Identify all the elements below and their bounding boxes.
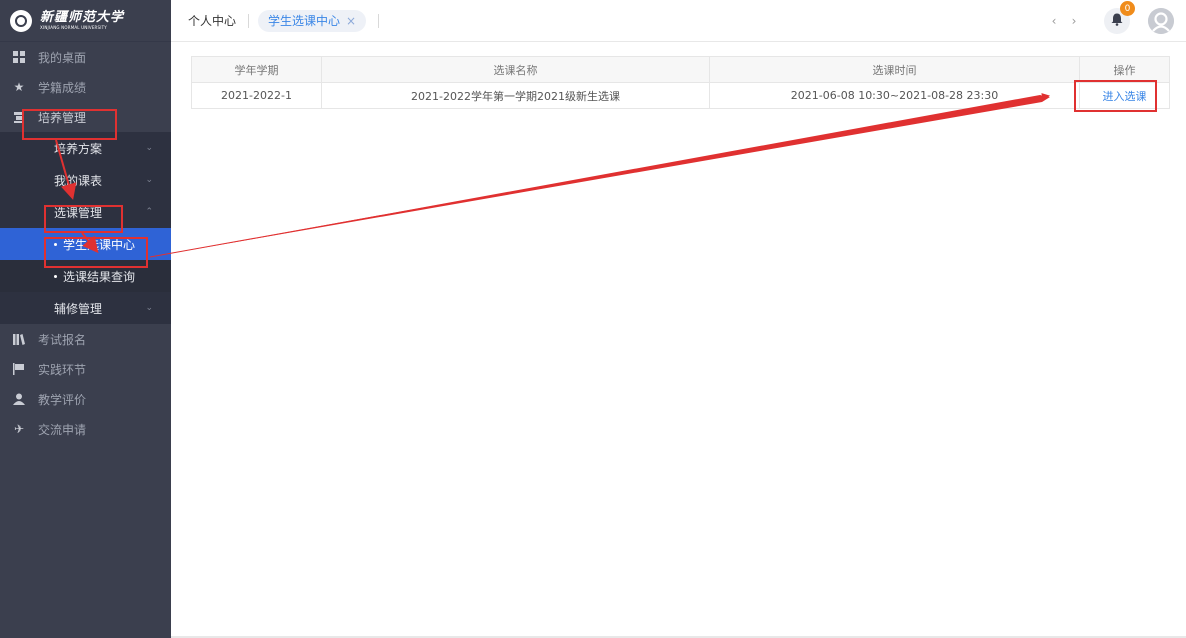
tab-next-button[interactable]: ›	[1064, 14, 1084, 28]
course-selection-table: 学年学期 选课名称 选课时间 操作 2021-2022-1 2021-2022学…	[191, 56, 1170, 109]
enter-selection-link[interactable]: 进入选课	[1103, 90, 1147, 103]
plane-icon: ✈	[13, 422, 25, 436]
logo-name-cn: 新疆师范大学	[40, 10, 125, 25]
submenu-training-plan[interactable]: 培养方案 ⌄	[0, 132, 171, 164]
user-avatar-icon	[1148, 8, 1174, 34]
notification-button[interactable]: 0	[1104, 1, 1135, 34]
submenu-selection-results[interactable]: 选课结果查询	[0, 260, 171, 292]
chevron-down-icon: ⌄	[145, 143, 153, 153]
avatar[interactable]	[1148, 8, 1174, 34]
table-header-row: 学年学期 选课名称 选课时间 操作	[191, 56, 1170, 83]
flag-icon	[12, 362, 26, 376]
annotation-arrow-3	[150, 95, 1050, 257]
grid-icon	[12, 50, 26, 64]
sidebar-item-label: 实践环节	[38, 362, 87, 377]
sidebar-item-evaluation[interactable]: 教学评价	[0, 384, 171, 414]
submenu-label: 选课结果查询	[63, 269, 136, 284]
bullet-icon	[54, 274, 57, 278]
column-header-term: 学年学期	[191, 56, 322, 83]
cell-action: 进入选课	[1079, 82, 1170, 109]
sidebar-item-label: 我的桌面	[38, 50, 87, 65]
notification-count-badge: 0	[1120, 1, 1135, 16]
header-actions: ‹ › 0	[1044, 0, 1186, 42]
chevron-down-icon: ⌄	[145, 175, 153, 185]
sidebar-item-label: 培养管理	[38, 110, 87, 125]
books-icon	[12, 332, 26, 346]
submenu-label: 选课管理	[54, 205, 103, 220]
sidebar-menu: 我的桌面 ★ 学籍成绩 培养管理	[0, 42, 171, 132]
cell-name: 2021-2022学年第一学期2021级新生选课	[321, 82, 710, 109]
sidebar-item-practice[interactable]: 实践环节	[0, 354, 171, 384]
divider	[378, 13, 380, 28]
submenu-label: 我的课表	[54, 173, 103, 188]
close-icon[interactable]: ×	[346, 14, 356, 28]
sidebar-item-label: 教学评价	[38, 392, 87, 407]
submenu-my-schedule[interactable]: 我的课表 ⌄	[0, 164, 171, 196]
sidebar: 新疆师范大学 XINJIANG NORMAL UNIVERSITY 我的桌面 ★…	[0, 0, 171, 638]
tab-label: 学生选课中心	[268, 14, 341, 28]
cell-term: 2021-2022-1	[191, 82, 322, 109]
sidebar-item-label: 学籍成绩	[38, 80, 87, 95]
submenu-label: 辅修管理	[54, 301, 103, 316]
submenu-minor-management[interactable]: 辅修管理 ⌄	[0, 292, 171, 324]
course-selection-submenu: 学生选课中心 选课结果查询	[0, 228, 171, 292]
tab-prev-button[interactable]: ‹	[1044, 14, 1064, 28]
submenu-label: 培养方案	[54, 141, 103, 156]
submenu-student-course-center[interactable]: 学生选课中心	[0, 228, 171, 260]
app-window: 新疆师范大学 XINJIANG NORMAL UNIVERSITY 我的桌面 ★…	[0, 0, 1186, 638]
column-header-action: 操作	[1079, 56, 1170, 83]
bell-icon	[1111, 13, 1123, 29]
university-logo[interactable]: 新疆师范大学 XINJIANG NORMAL UNIVERSITY	[0, 0, 171, 42]
emblem-icon	[10, 9, 32, 32]
submenu-label: 学生选课中心	[63, 237, 136, 252]
logo-name-en: XINJIANG NORMAL UNIVERSITY	[40, 25, 107, 30]
bullet-icon	[54, 242, 57, 246]
sidebar-menu-lower: 考试报名 实践环节 教学评价 ✈ 交流申请	[0, 324, 171, 444]
sidebar-item-exam-registration[interactable]: 考试报名	[0, 324, 171, 354]
tab-personal-center[interactable]: 个人中心	[188, 12, 236, 29]
column-header-name: 选课名称	[321, 56, 710, 83]
submenu-course-selection[interactable]: 选课管理 ⌃	[0, 196, 171, 228]
star-icon: ★	[13, 80, 25, 94]
course-selection-table-container: 学年学期 选课名称 选课时间 操作 2021-2022-1 2021-2022学…	[191, 56, 1170, 109]
sidebar-item-training[interactable]: 培养管理	[0, 102, 171, 132]
chevron-down-icon: ⌄	[145, 303, 153, 313]
sidebar-item-records[interactable]: ★ 学籍成绩	[0, 72, 171, 102]
cell-time: 2021-06-08 10:30~2021-08-28 23:30	[709, 82, 1080, 109]
sidebar-item-exchange[interactable]: ✈ 交流申请	[0, 414, 171, 444]
table-row: 2021-2022-1 2021-2022学年第一学期2021级新生选课 202…	[191, 82, 1170, 109]
divider	[248, 13, 250, 28]
training-submenu: 培养方案 ⌄ 我的课表 ⌄ 选课管理 ⌃ 学生选课中心 选课结果查询 辅修管理 …	[0, 132, 171, 324]
tab-student-course-center[interactable]: 学生选课中心 ×	[258, 9, 367, 32]
chevron-up-icon: ⌃	[145, 207, 153, 217]
user-icon	[12, 392, 26, 406]
sidebar-item-label: 交流申请	[38, 422, 87, 437]
sidebar-item-label: 考试报名	[38, 332, 87, 347]
top-header: 个人中心 学生选课中心 × ‹ › 0	[171, 0, 1186, 42]
graduation-icon	[12, 110, 26, 124]
sidebar-item-desktop[interactable]: 我的桌面	[0, 42, 171, 72]
column-header-time: 选课时间	[709, 56, 1080, 83]
